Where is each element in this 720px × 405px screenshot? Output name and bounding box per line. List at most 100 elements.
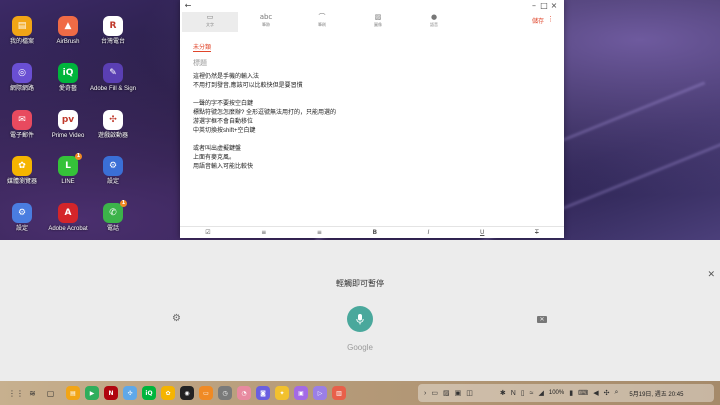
icon-glyph: R <box>109 21 117 31</box>
handwriting-mode-icon: abc <box>259 13 273 21</box>
save-button[interactable]: 儲存 <box>532 16 544 25</box>
mode-tab-label: 筆跡 <box>262 22 270 27</box>
desktop-icon[interactable]: ✿ 媒體瀏覽器 <box>0 156 46 186</box>
desktop-icon[interactable]: pv Prime Video <box>44 110 92 140</box>
input-mode-tabs: ▭ 文字 abc 筆跡 ⌒ 筆刷 ▨ 圖像 ● 語音 <box>180 12 564 32</box>
desktop-icon[interactable]: iQ 愛奇藝 <box>44 63 92 93</box>
desktop-icon[interactable]: ⚙ 設定 <box>89 156 137 186</box>
maximize-button[interactable]: □ <box>539 1 549 11</box>
icon-glyph: ✎ <box>109 68 117 78</box>
app-drawer-icon[interactable]: ⋮⋮ <box>8 387 24 400</box>
desktop-icon[interactable]: ✆ 1 電話 <box>89 200 137 233</box>
signal-icon[interactable]: ◢ <box>538 389 543 397</box>
taskbar-app-icon[interactable]: ✦ <box>275 386 289 400</box>
mode-tab[interactable]: ▭ 文字 <box>182 12 238 32</box>
mode-tab[interactable]: abc 筆跡 <box>238 12 294 32</box>
mode-tab[interactable]: ▨ 圖像 <box>350 12 406 32</box>
phone-icon: ✆ 1 <box>103 200 127 223</box>
strikethrough-icon[interactable]: T <box>535 229 539 236</box>
image-mode-icon: ▨ <box>374 13 382 21</box>
desktop-icon[interactable]: ▤ 我的檔案 <box>0 16 46 46</box>
game-launcher-icon: ✣ <box>103 110 123 130</box>
note-line: 標點符號怎怎麼辦? 全形逗號無法用打的，只能用選的 <box>193 110 337 116</box>
minimize-button[interactable]: – <box>529 1 539 11</box>
italic-icon[interactable]: I <box>428 229 430 236</box>
desktop-icon-label: 電話 <box>106 226 119 232</box>
recent-apps-icon[interactable]: ≋ <box>26 387 39 400</box>
microphone-button[interactable] <box>347 306 373 332</box>
close-button[interactable]: × <box>549 1 559 11</box>
wifi-icon[interactable]: ≈ <box>530 390 534 397</box>
desktop-icon[interactable]: ✎ Adobe Fill & Sign <box>89 63 137 93</box>
desktop-icon[interactable]: ✉ 電子郵件 <box>0 110 46 140</box>
volume-icon[interactable]: ◀ <box>593 389 598 397</box>
gear-icon[interactable]: ⚙ <box>172 313 181 324</box>
bold-icon[interactable]: B <box>372 229 377 236</box>
radio-icon: R <box>103 16 123 36</box>
capture-icon[interactable]: ◫ <box>466 389 473 397</box>
home-icon[interactable]: ▢ <box>44 387 57 400</box>
iqiyi-icon: iQ <box>58 63 78 83</box>
backspace-icon[interactable]: ✕ <box>537 316 547 323</box>
desktop-icon[interactable]: R 台灣電台 <box>89 16 137 46</box>
folder-icon: ▤ <box>12 16 32 36</box>
mode-tab-label: 文字 <box>206 22 214 27</box>
acrobat-icon: A <box>58 203 78 223</box>
taskbar-app-icon[interactable]: iQ <box>142 386 156 400</box>
taskbar-app-icon[interactable]: ▤ <box>66 386 80 400</box>
back-arrow-icon[interactable]: ← <box>183 1 193 11</box>
note-line: 中英切換按shift+空白鍵 <box>193 128 256 134</box>
bullet-list-icon[interactable]: ≡ <box>261 229 266 236</box>
icon-glyph: A <box>64 208 72 218</box>
icon-glyph: ⚙ <box>108 161 118 171</box>
screenshot-icon[interactable]: ▭ <box>431 389 438 397</box>
desktop-icon[interactable]: ⚙ 設定 <box>0 203 46 233</box>
taskbar-app-icon[interactable]: ▭ <box>199 386 213 400</box>
taskbar-app-icon[interactable]: ▣ <box>294 386 308 400</box>
desktop-icon[interactable]: ▲ AirBrush <box>44 16 92 46</box>
gallery-icon[interactable]: ▨ <box>443 389 450 397</box>
desktop-icon[interactable]: L 1 LINE <box>44 153 92 186</box>
icon-glyph: iQ <box>62 68 74 78</box>
internet-icon: ◎ <box>12 63 32 83</box>
icon-glyph: ⚙ <box>17 208 27 218</box>
mode-tab[interactable]: ⌒ 筆刷 <box>294 12 350 32</box>
taskbar-app-icon[interactable]: ▷ <box>313 386 327 400</box>
taskbar-app-icon[interactable]: ✿ <box>161 386 175 400</box>
desktop-icon[interactable]: ✣ 遊戲啟動器 <box>89 110 137 140</box>
underline-icon[interactable]: U <box>480 229 484 236</box>
title-field[interactable]: 標題 <box>193 58 207 68</box>
desktop-icon-label: LINE <box>61 179 75 185</box>
bluetooth-icon[interactable]: ✱ <box>500 389 506 397</box>
taskbar-app-icon[interactable]: ◔ <box>237 386 251 400</box>
nfc-icon[interactable]: N <box>511 390 516 397</box>
checkbox-icon[interactable]: ☑ <box>205 229 210 236</box>
taskbar-app-icon[interactable]: ▥ <box>332 386 346 400</box>
mode-tab-label: 筆刷 <box>318 22 326 27</box>
taskbar: ⋮⋮ ≋ ▢ ▤ ▶ N ✣ iQ ✿ ◉ ▭ ◷ ◔ ◙ ✦ ▣ ▷ ▥ › ▭ ▨ ▣ ◫ ✱ N ▯ … <box>0 381 720 405</box>
fullscreen-icon[interactable]: ✣ <box>604 389 610 397</box>
pinned-apps: ▤ ▶ N ✣ iQ ✿ ◉ ▭ ◷ ◔ ◙ ✦ ▣ ▷ ▥ <box>66 386 346 400</box>
close-icon[interactable]: ✕ <box>707 270 715 280</box>
desktop-icon[interactable]: A Adobe Acrobat <box>44 203 92 233</box>
taskbar-app-icon[interactable]: ◙ <box>256 386 270 400</box>
search-icon[interactable]: ⌕ <box>614 389 618 397</box>
taskbar-app-icon[interactable]: ◉ <box>180 386 194 400</box>
category-selector[interactable]: 未分類 <box>193 42 211 51</box>
note-body-editor[interactable]: 這裡仍然是手機的輸入法 不用打到發音,應該可以比較快但是要習慣 一聲的字不要按空白鍵… <box>193 73 553 172</box>
taskbar-app-icon[interactable]: ▶ <box>85 386 99 400</box>
taskbar-app-icon[interactable]: N <box>104 386 118 400</box>
more-options-icon[interactable]: ⋮ <box>547 15 554 23</box>
desktop-icon-label: 我的檔案 <box>9 39 34 45</box>
chevron-right-icon[interactable]: › <box>424 390 426 397</box>
numbered-list-icon[interactable]: ≡ <box>317 229 322 236</box>
taskbar-app-icon[interactable]: ✣ <box>123 386 137 400</box>
taskbar-app-icon[interactable]: ◷ <box>218 386 232 400</box>
vibrate-icon[interactable]: ▯ <box>521 389 525 397</box>
keyboard-icon[interactable]: ⌨ <box>578 389 588 397</box>
battery-icon: ▮ <box>569 390 574 397</box>
desktop-icon[interactable]: ◎ 網際網路 <box>0 63 46 93</box>
window-icon[interactable]: ▣ <box>455 389 462 397</box>
mode-tab[interactable]: ● 語音 <box>406 12 462 32</box>
